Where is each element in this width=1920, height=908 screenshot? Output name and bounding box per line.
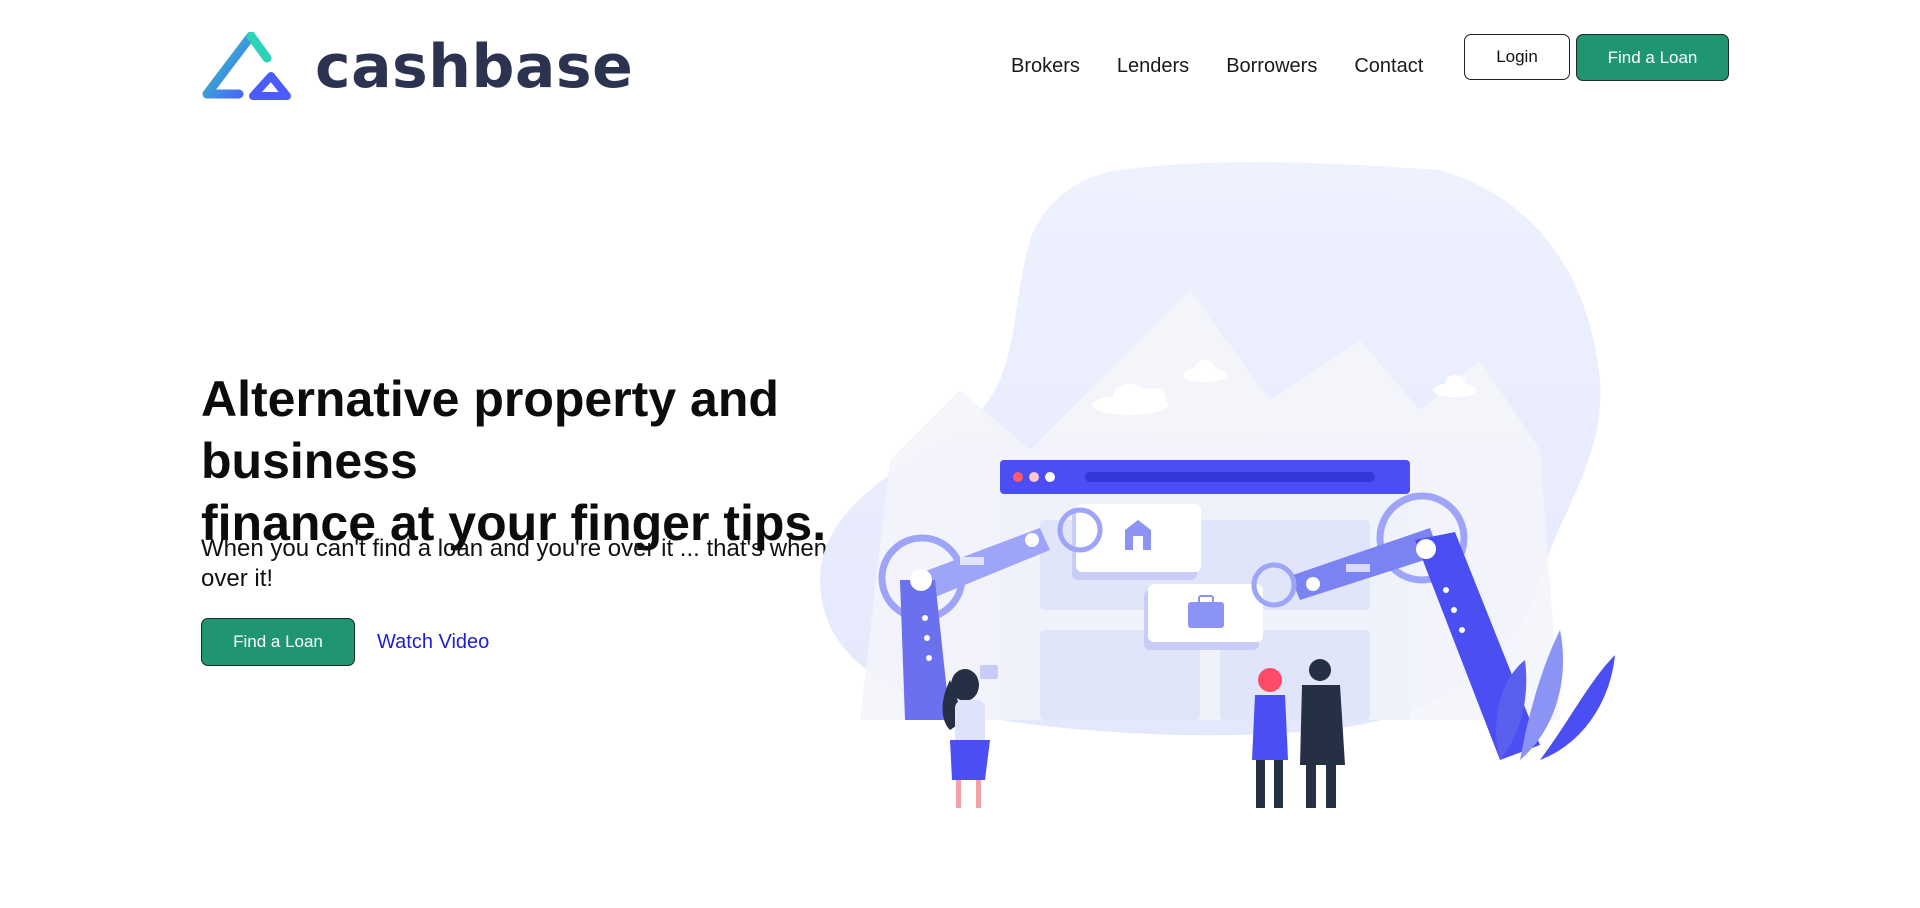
login-button[interactable]: Login [1464,34,1570,80]
nav-contact[interactable]: Contact [1354,52,1423,80]
watch-video-link[interactable]: Watch Video [377,628,489,656]
nav-lenders[interactable]: Lenders [1117,52,1189,80]
hero-title-line1: Alternative property and business [201,371,779,489]
brand-logo[interactable]: cashbase [201,32,633,102]
brand-name: cashbase [315,32,634,102]
nav-brokers[interactable]: Brokers [1011,52,1080,80]
hero-illustration [820,162,1615,808]
cashbase-logo-icon [202,32,291,100]
nav-borrowers[interactable]: Borrowers [1226,52,1317,80]
briefcase-card-icon [1144,584,1263,650]
find-loan-hero-button[interactable]: Find a Loan [201,618,355,666]
find-loan-nav-button[interactable]: Find a Loan [1576,34,1729,81]
main-nav: Brokers Lenders Borrowers Contact [1011,52,1460,80]
